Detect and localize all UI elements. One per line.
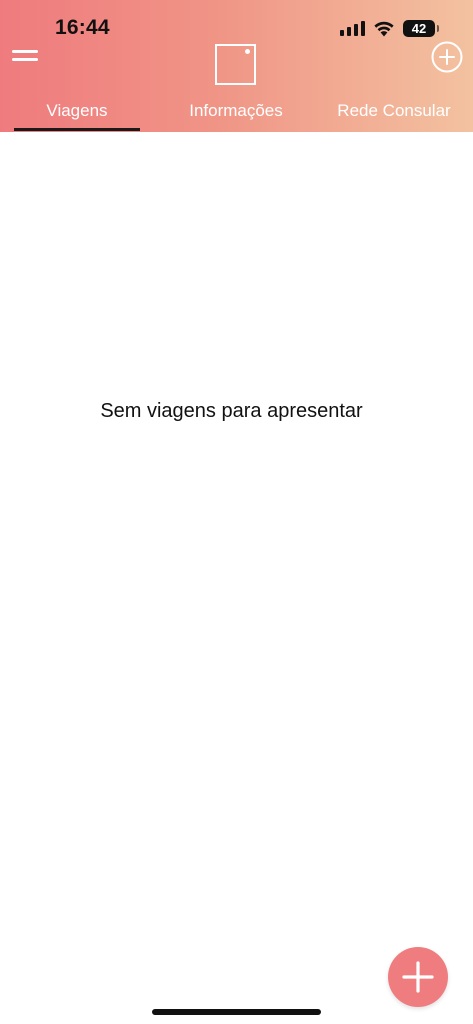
wifi-icon — [374, 21, 394, 36]
menu-icon[interactable] — [12, 46, 40, 66]
tab-bar: Viagens Informações Rede Consular — [0, 98, 473, 132]
tab-rede-consular[interactable]: Rede Consular — [333, 98, 455, 132]
tab-informacoes[interactable]: Informações — [172, 98, 300, 132]
empty-state-message: Sem viagens para apresentar — [100, 400, 363, 422]
status-time: 16:44 — [55, 16, 110, 39]
plus-icon — [402, 961, 434, 993]
battery-icon: 42 — [403, 19, 439, 37]
tab-viagens[interactable]: Viagens — [14, 98, 140, 132]
status-icons: 42 — [340, 18, 439, 38]
signal-icon — [340, 20, 365, 36]
active-tab-indicator — [14, 128, 140, 131]
app-header: 16:44 42 Viagens Informações Rede Consul… — [0, 0, 473, 132]
app-logo-icon — [215, 44, 256, 85]
add-circle-icon[interactable] — [431, 41, 463, 73]
add-trip-button[interactable] — [388, 947, 448, 1007]
home-indicator — [152, 1009, 321, 1015]
